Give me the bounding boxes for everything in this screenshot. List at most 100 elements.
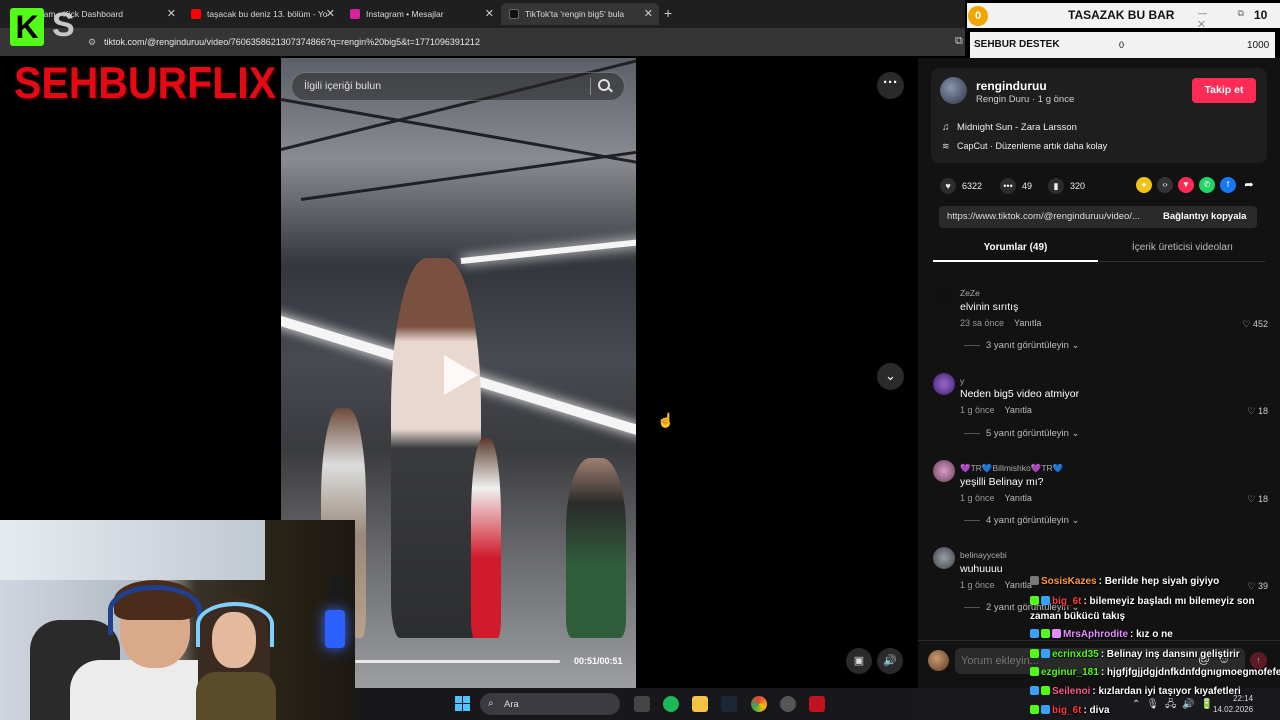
tab-tiktok[interactable]: TikTok'ta 'rengin big5' bula ✕ (501, 3, 659, 25)
close-icon[interactable]: ✕ (167, 7, 176, 20)
mouse-cursor-icon: ☝ (657, 412, 675, 428)
facebook-icon[interactable]: f (1220, 177, 1236, 193)
reply-button[interactable]: Yanıtla (1014, 318, 1041, 328)
follow-button[interactable]: Takip et (1192, 78, 1256, 103)
embed-icon[interactable]: ‹› (1157, 177, 1173, 193)
like-stat[interactable]: ♥ 6322 (940, 178, 982, 194)
avatar[interactable] (933, 286, 955, 308)
music-note-icon: ♫ (942, 122, 950, 133)
comment-like-count: 18 (1257, 406, 1268, 416)
reply-button[interactable]: Yanıtla (1005, 405, 1032, 415)
more-options-button[interactable]: ··· (877, 72, 904, 99)
comment-like-count: 18 (1257, 494, 1268, 504)
reply-button[interactable]: Yanıtla (1005, 580, 1032, 590)
badge-icon (1030, 705, 1039, 714)
whatsapp-icon[interactable]: ✆ (1199, 177, 1215, 193)
comment-meta: 1 g önce Yanıtla (960, 493, 1032, 503)
comment-stat[interactable]: ••• 49 (1000, 178, 1032, 194)
bookmark-icon[interactable]: ▮ (1048, 178, 1064, 194)
comment-time: 23 sa önce (960, 318, 1005, 328)
save-stat[interactable]: ▮ 320 (1048, 178, 1085, 194)
close-icon[interactable]: ✕ (485, 7, 494, 20)
avatar[interactable] (933, 460, 955, 482)
search-icon[interactable] (598, 79, 610, 91)
ceiling-light (460, 237, 636, 264)
windows-start-icon[interactable] (455, 696, 470, 711)
next-video-button[interactable]: ⌄ (877, 363, 904, 390)
view-replies-button[interactable]: 5 yanıt görüntüleyin ⌄ (964, 428, 1080, 439)
close-icon[interactable]: ✕ (326, 7, 335, 20)
goal-count: 10 (1254, 8, 1268, 22)
post-link[interactable]: https://www.tiktok.com/@renginduruu/vide… (947, 211, 1149, 222)
comment-time: 1 g önce (960, 580, 995, 590)
chat-text: : bilemeyiz başladı mı bilemeyiz son (1083, 596, 1255, 607)
spotify-icon[interactable] (663, 696, 679, 712)
tab-creator-videos[interactable]: İçerik üreticisi videoları (1100, 236, 1265, 262)
comment-username[interactable]: ZeZe (960, 288, 980, 298)
music-title[interactable]: Midnight Sun - Zara Larsson (957, 122, 1077, 133)
badge-icon (1030, 629, 1039, 638)
url-text[interactable]: tiktok.com/@renginduruu/video/7606358621… (104, 37, 480, 47)
site-settings-icon[interactable]: ⚙ (88, 37, 96, 48)
comment-like[interactable]: ♡ 39 (1247, 581, 1268, 592)
system-tray[interactable]: ⌃🎙🖧🔊🔋 (1132, 697, 1219, 714)
view-replies-label: 5 yanıt görüntüleyin (986, 428, 1069, 439)
clock-date[interactable]: 14.02.2026 (1213, 705, 1253, 714)
heart-icon[interactable]: ♥ (940, 178, 956, 194)
steam-icon[interactable] (721, 696, 737, 712)
comment-username[interactable]: belinayycebi (960, 550, 1007, 560)
chat-text: : hjgfjfgjjdgjdnfkdnfdgnıgmoegmofefe (1100, 667, 1280, 678)
reply-button[interactable]: Yanıtla (1005, 493, 1032, 503)
view-replies-button[interactable]: 3 yanıt görüntüleyin ⌄ (964, 340, 1080, 351)
comment-username[interactable]: 💜TR💙Billmishko💜TR💙 (960, 463, 1063, 474)
dancer (566, 458, 626, 638)
tab-comments[interactable]: Yorumlar (49) (933, 236, 1098, 262)
share-arrow-icon[interactable]: ➦ (1241, 177, 1257, 193)
task-view-icon[interactable] (634, 696, 650, 712)
comment-icon[interactable]: ••• (1000, 178, 1016, 194)
app-icon[interactable] (809, 696, 825, 712)
copy-link-button[interactable]: Bağlantıyı kopyala (1163, 211, 1246, 222)
author-avatar[interactable] (940, 77, 967, 104)
chat-text: : Berilde hep siyah giyiyo (1098, 576, 1220, 587)
chat-message: MrsAphrodite: kız o ne (1030, 629, 1173, 640)
save-count: 320 (1070, 181, 1086, 191)
tab-label: Instagram • Mesajlar (366, 9, 444, 19)
support-bar-max: 1000 (1247, 40, 1270, 51)
like-count: 6322 (962, 181, 983, 191)
view-replies-button[interactable]: 4 yanıt görüntüleyin ⌄ (964, 515, 1080, 526)
comment-text: yeşilli Belinay mı? (960, 476, 1044, 488)
close-icon[interactable]: ✕ (644, 7, 653, 20)
cast-icon[interactable]: ⧉ (955, 35, 963, 48)
video-progress-bar[interactable] (355, 660, 560, 663)
window-controls[interactable]: — ⧉ ✕ (1198, 8, 1280, 30)
coin-share-icon[interactable]: ● (1136, 177, 1152, 193)
tab-youtube[interactable]: taşacak bu deniz 13. bölüm - Yo ✕ (183, 3, 341, 25)
tab-instagram[interactable]: Instagram • Mesajlar ✕ (342, 3, 500, 25)
chat-text: : diva (1083, 705, 1110, 716)
chat-username: big_6t (1052, 596, 1082, 607)
play-icon[interactable] (444, 355, 478, 395)
picture-in-picture-button[interactable]: ▣ (846, 648, 872, 674)
new-tab-button[interactable]: + (664, 5, 672, 21)
volume-button[interactable]: 🔊 (877, 648, 903, 674)
author-username[interactable]: renginduruu (976, 79, 1047, 93)
divider (590, 78, 591, 95)
chrome-icon[interactable] (751, 696, 767, 712)
taskbar-search[interactable] (480, 693, 620, 715)
send-icon[interactable]: ▼ (1178, 177, 1194, 193)
headset-icon (108, 585, 202, 635)
comment-time: 1 g önce (960, 405, 995, 415)
webcam-person (196, 672, 276, 720)
comment-like[interactable]: ♡ 452 (1242, 319, 1268, 330)
avatar[interactable] (933, 373, 955, 395)
comment-like-count: 39 (1257, 581, 1268, 591)
comment-like[interactable]: ♡ 18 (1247, 406, 1268, 417)
file-explorer-icon[interactable] (692, 696, 708, 712)
avatar[interactable] (933, 547, 955, 569)
comment-username[interactable]: y (960, 376, 964, 386)
browser-tab-bar: Stream - Kick Dashboard ✕ taşacak bu den… (0, 0, 965, 28)
capcut-link[interactable]: CapCut · Düzenleme artık daha kolay (957, 141, 1107, 151)
comment-like[interactable]: ♡ 18 (1247, 494, 1268, 505)
obs-icon[interactable] (780, 696, 796, 712)
